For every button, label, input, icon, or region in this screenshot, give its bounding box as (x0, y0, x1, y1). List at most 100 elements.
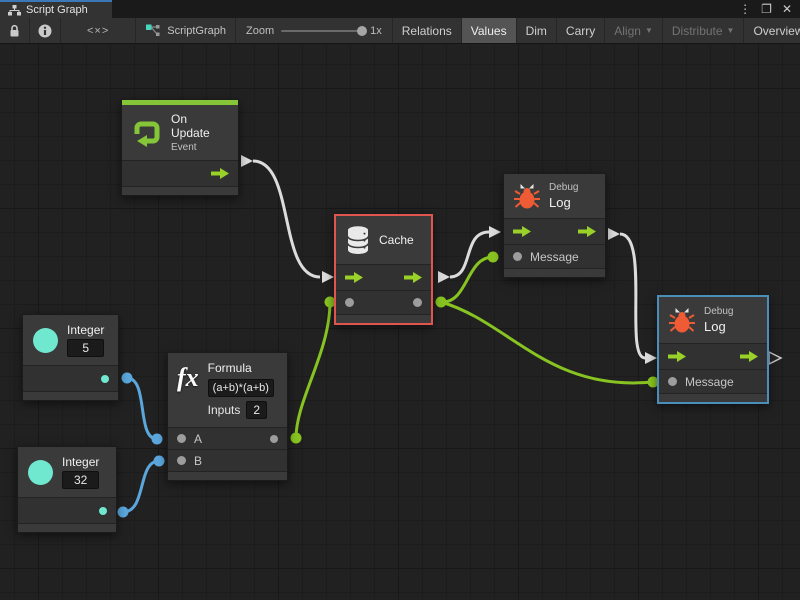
wire-cache-to-debuglog1-message[interactable] (436, 252, 499, 308)
wire-endpoint (291, 433, 302, 444)
node-footer (504, 268, 605, 277)
control-output-port[interactable] (211, 168, 229, 179)
code-preview-button[interactable]: <×> (61, 18, 136, 43)
value-output-port[interactable] (270, 435, 278, 443)
node-integer-2[interactable]: Integer 32 (17, 446, 117, 533)
toolbar-button-align[interactable]: Align ▼ (605, 18, 663, 43)
wire-arrow (241, 155, 253, 167)
toolbar-button-overview[interactable]: Overview (744, 18, 800, 43)
integer-type-icon (33, 328, 58, 353)
zoom-slider-knob[interactable] (357, 26, 367, 36)
wire-integer2-to-formula-b[interactable] (118, 456, 165, 518)
node-footer (336, 314, 431, 323)
wire-endpoint (436, 297, 447, 308)
value-output-port[interactable] (101, 375, 109, 383)
graph-hierarchy-icon (8, 5, 21, 16)
node-title: Log (704, 319, 733, 334)
input-port-b[interactable] (177, 456, 186, 465)
zoom-value: 1x (370, 25, 382, 37)
toolbar-button-carry[interactable]: Carry (557, 18, 605, 43)
control-output-port[interactable] (404, 272, 422, 283)
chevron-down-icon: ▼ (645, 26, 653, 35)
wire-arrow (608, 228, 620, 240)
node-footer (659, 393, 767, 402)
wire-onupdate-to-cache[interactable] (241, 155, 334, 283)
graph-breadcrumb[interactable]: ScriptGraph (136, 18, 236, 43)
tab-title: Script Graph (26, 4, 88, 16)
integer-value-field[interactable]: 5 (67, 339, 104, 357)
node-kicker: Debug (704, 306, 733, 317)
wire-arrow (645, 352, 657, 364)
node-title: Formula (208, 361, 274, 375)
inputs-count-field[interactable]: 2 (246, 401, 267, 419)
toolbar-button-distribute[interactable]: Distribute ▼ (663, 18, 745, 43)
wire-formula-to-cache[interactable] (291, 297, 336, 444)
node-title: Integer (62, 455, 99, 469)
tab-script-graph[interactable]: Script Graph (0, 0, 112, 18)
node-kicker: Debug (549, 182, 578, 193)
node-title: Log (549, 195, 578, 210)
window-menu-icon[interactable]: ⋮ (739, 1, 751, 17)
node-debug-log-2[interactable]: Debug Log Message (657, 295, 769, 404)
control-input-port[interactable] (513, 226, 531, 237)
lock-button[interactable] (0, 18, 30, 43)
value-output-port[interactable] (413, 298, 422, 307)
inspect-button[interactable] (30, 18, 61, 43)
value-output-port[interactable] (99, 507, 107, 515)
code-icon: <×> (87, 25, 109, 37)
node-cache[interactable]: Cache (334, 214, 433, 325)
wire-debuglog1-to-debuglog2[interactable] (608, 228, 657, 364)
node-on-update[interactable]: On Update Event (121, 99, 239, 196)
wire-arrow (489, 226, 501, 238)
control-input-port[interactable] (345, 272, 363, 283)
database-icon (346, 225, 370, 255)
node-footer (168, 471, 287, 480)
input-port-a[interactable] (177, 434, 186, 443)
graph-name: ScriptGraph (167, 25, 226, 37)
node-integer-1[interactable]: Integer 5 (22, 314, 119, 401)
toolbar-button-values[interactable]: Values (462, 18, 517, 43)
pending-connection-arrow (769, 352, 781, 364)
node-subtitle: Event (171, 142, 228, 153)
wire-arrow (438, 271, 450, 283)
close-icon[interactable]: ✕ (782, 1, 792, 17)
message-input-port[interactable] (668, 377, 677, 386)
formula-fx-icon: fx (177, 365, 199, 391)
input-b-label: B (194, 454, 202, 468)
graph-canvas[interactable]: On Update Event (0, 44, 800, 600)
node-title: Integer (67, 323, 104, 337)
inputs-label: Inputs (208, 403, 241, 417)
wire-integer1-to-formula-a[interactable] (122, 373, 163, 445)
node-footer (122, 186, 238, 195)
wire-cache-to-debuglog2-message[interactable] (441, 302, 659, 388)
formula-expression-field[interactable]: (a+b)*(a+b) (208, 379, 274, 397)
integer-type-icon (28, 460, 53, 485)
message-input-port[interactable] (513, 252, 522, 261)
toolbar-button-relations[interactable]: Relations (393, 18, 462, 43)
message-port-label: Message (685, 375, 734, 389)
node-formula[interactable]: fx Formula (a+b)*(a+b) Inputs 2 A B (167, 352, 288, 481)
wire-endpoint (152, 434, 163, 445)
wire-endpoint (154, 456, 165, 467)
bug-icon (669, 307, 695, 334)
wire-endpoint (118, 507, 129, 518)
wire-endpoint (122, 373, 133, 384)
wire-cache-to-debuglog1[interactable] (438, 226, 501, 283)
control-input-port[interactable] (668, 351, 686, 362)
window-titlebar: Script Graph ⋮ ❐ ✕ (0, 0, 800, 18)
wire-endpoint (488, 252, 499, 263)
node-title: Cache (379, 233, 414, 247)
control-output-port[interactable] (578, 226, 596, 237)
node-footer (18, 523, 116, 532)
toolbar-button-dim[interactable]: Dim (517, 18, 557, 43)
value-input-port[interactable] (345, 298, 354, 307)
integer-value-field[interactable]: 32 (62, 471, 99, 489)
control-output-port[interactable] (740, 351, 758, 362)
graph-toolbar: <×> ScriptGraph Zoom 1x Relations Values… (0, 18, 800, 44)
loop-event-icon (132, 119, 162, 147)
info-icon (38, 24, 52, 38)
node-debug-log-1[interactable]: Debug Log Message (503, 173, 606, 278)
lock-icon (8, 24, 21, 38)
maximize-icon[interactable]: ❐ (761, 1, 772, 17)
zoom-slider[interactable] (281, 30, 363, 32)
